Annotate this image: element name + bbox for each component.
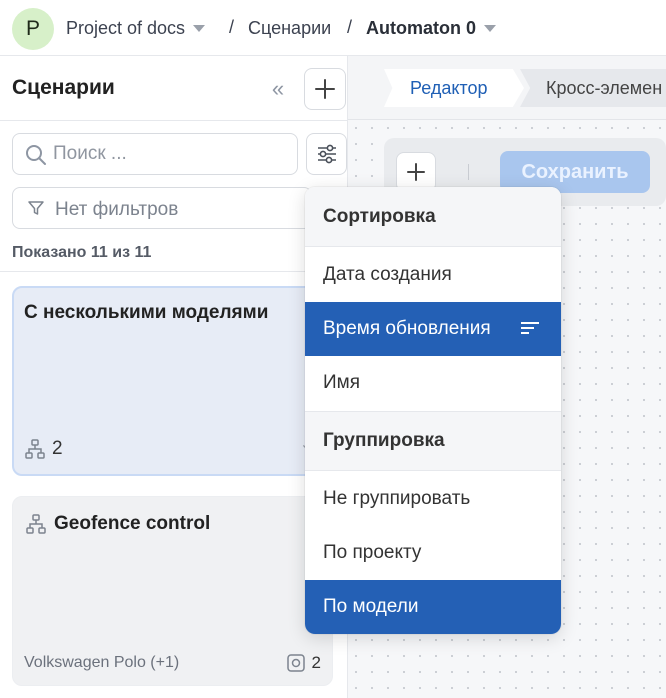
group-none[interactable]: Не группировать xyxy=(305,472,561,526)
filters-field[interactable]: Нет фильтров xyxy=(12,187,312,229)
group-by-project[interactable]: По проекту xyxy=(305,526,561,580)
search-icon xyxy=(26,145,46,165)
add-scenario-button[interactable] xyxy=(304,68,346,110)
scenario-card[interactable]: Geofence control Volkswagen Polo (+1) 2 xyxy=(12,496,333,686)
scenario-card-title: С несколькими моделями xyxy=(24,302,269,323)
editor-tabs: Редактор Кросс-элемен xyxy=(348,56,666,120)
models-count: 2 xyxy=(52,438,63,459)
sidebar-title: Сценарии xyxy=(12,76,115,99)
project-avatar[interactable]: P xyxy=(12,8,54,50)
device-icon xyxy=(286,654,305,672)
caret-down-icon xyxy=(484,25,496,32)
breadcrumb-separator: / xyxy=(229,17,235,37)
instances-count: 2 xyxy=(311,653,321,672)
scenario-card[interactable]: С несколькими моделями 2 ⌄ xyxy=(12,286,333,476)
tab-cross-element[interactable]: Кросс-элемен xyxy=(520,69,666,107)
sort-descending-icon xyxy=(521,322,539,336)
scenario-card-models: 2 xyxy=(24,438,63,460)
sort-by-updated[interactable]: Время обновления xyxy=(305,302,561,356)
search-input[interactable] xyxy=(53,134,289,174)
collapse-sidebar-icon[interactable]: « xyxy=(266,78,290,100)
group-by-model[interactable]: По модели xyxy=(305,580,561,634)
breadcrumb-separator: / xyxy=(347,17,353,37)
list-divider xyxy=(0,271,348,272)
add-node-button[interactable] xyxy=(396,152,436,192)
scenario-card-instances: 2 xyxy=(286,653,321,673)
toolbar-divider xyxy=(468,164,469,180)
breadcrumb-automaton[interactable]: Automaton 0 xyxy=(366,18,496,39)
plus-icon xyxy=(407,163,425,181)
sort-group-menu: Сортировка Дата создания Время обновлени… xyxy=(305,187,561,634)
sort-by-created[interactable]: Дата создания xyxy=(305,248,561,302)
breadcrumb-automaton-label: Automaton 0 xyxy=(366,18,476,38)
scenarios-sidebar: Сценарии « Нет фильтров Показано 11 из 1… xyxy=(0,56,348,698)
search-field[interactable] xyxy=(12,133,298,175)
breadcrumb-project[interactable]: Project of docs xyxy=(66,18,206,39)
scenario-card-title: Geofence control xyxy=(54,513,211,534)
caret-down-icon xyxy=(193,25,206,32)
filter-icon xyxy=(28,201,44,215)
sort-section-header: Сортировка xyxy=(305,187,561,247)
breadcrumb-section[interactable]: Сценарии xyxy=(248,18,331,39)
sort-by-updated-label: Время обновления xyxy=(323,318,491,339)
hierarchy-icon xyxy=(26,514,46,534)
filters-label: Нет фильтров xyxy=(55,199,179,220)
sort-by-name[interactable]: Имя xyxy=(305,356,561,410)
group-section-header: Группировка xyxy=(305,411,561,471)
breadcrumb-section-label: Сценарии xyxy=(248,18,332,38)
sort-settings-button[interactable] xyxy=(306,133,347,175)
scenario-card-model: Volkswagen Polo (+1) xyxy=(24,654,180,671)
top-bar: P Project of docs / Сценарии / Automaton… xyxy=(0,0,666,56)
sidebar-divider xyxy=(0,120,348,121)
plus-icon xyxy=(315,79,335,99)
hierarchy-icon xyxy=(25,439,45,459)
breadcrumb-project-label: Project of docs xyxy=(66,18,186,38)
tab-editor[interactable]: Редактор xyxy=(384,69,524,107)
results-count: Показано 11 из 11 xyxy=(12,244,152,261)
sliders-icon xyxy=(317,144,336,164)
